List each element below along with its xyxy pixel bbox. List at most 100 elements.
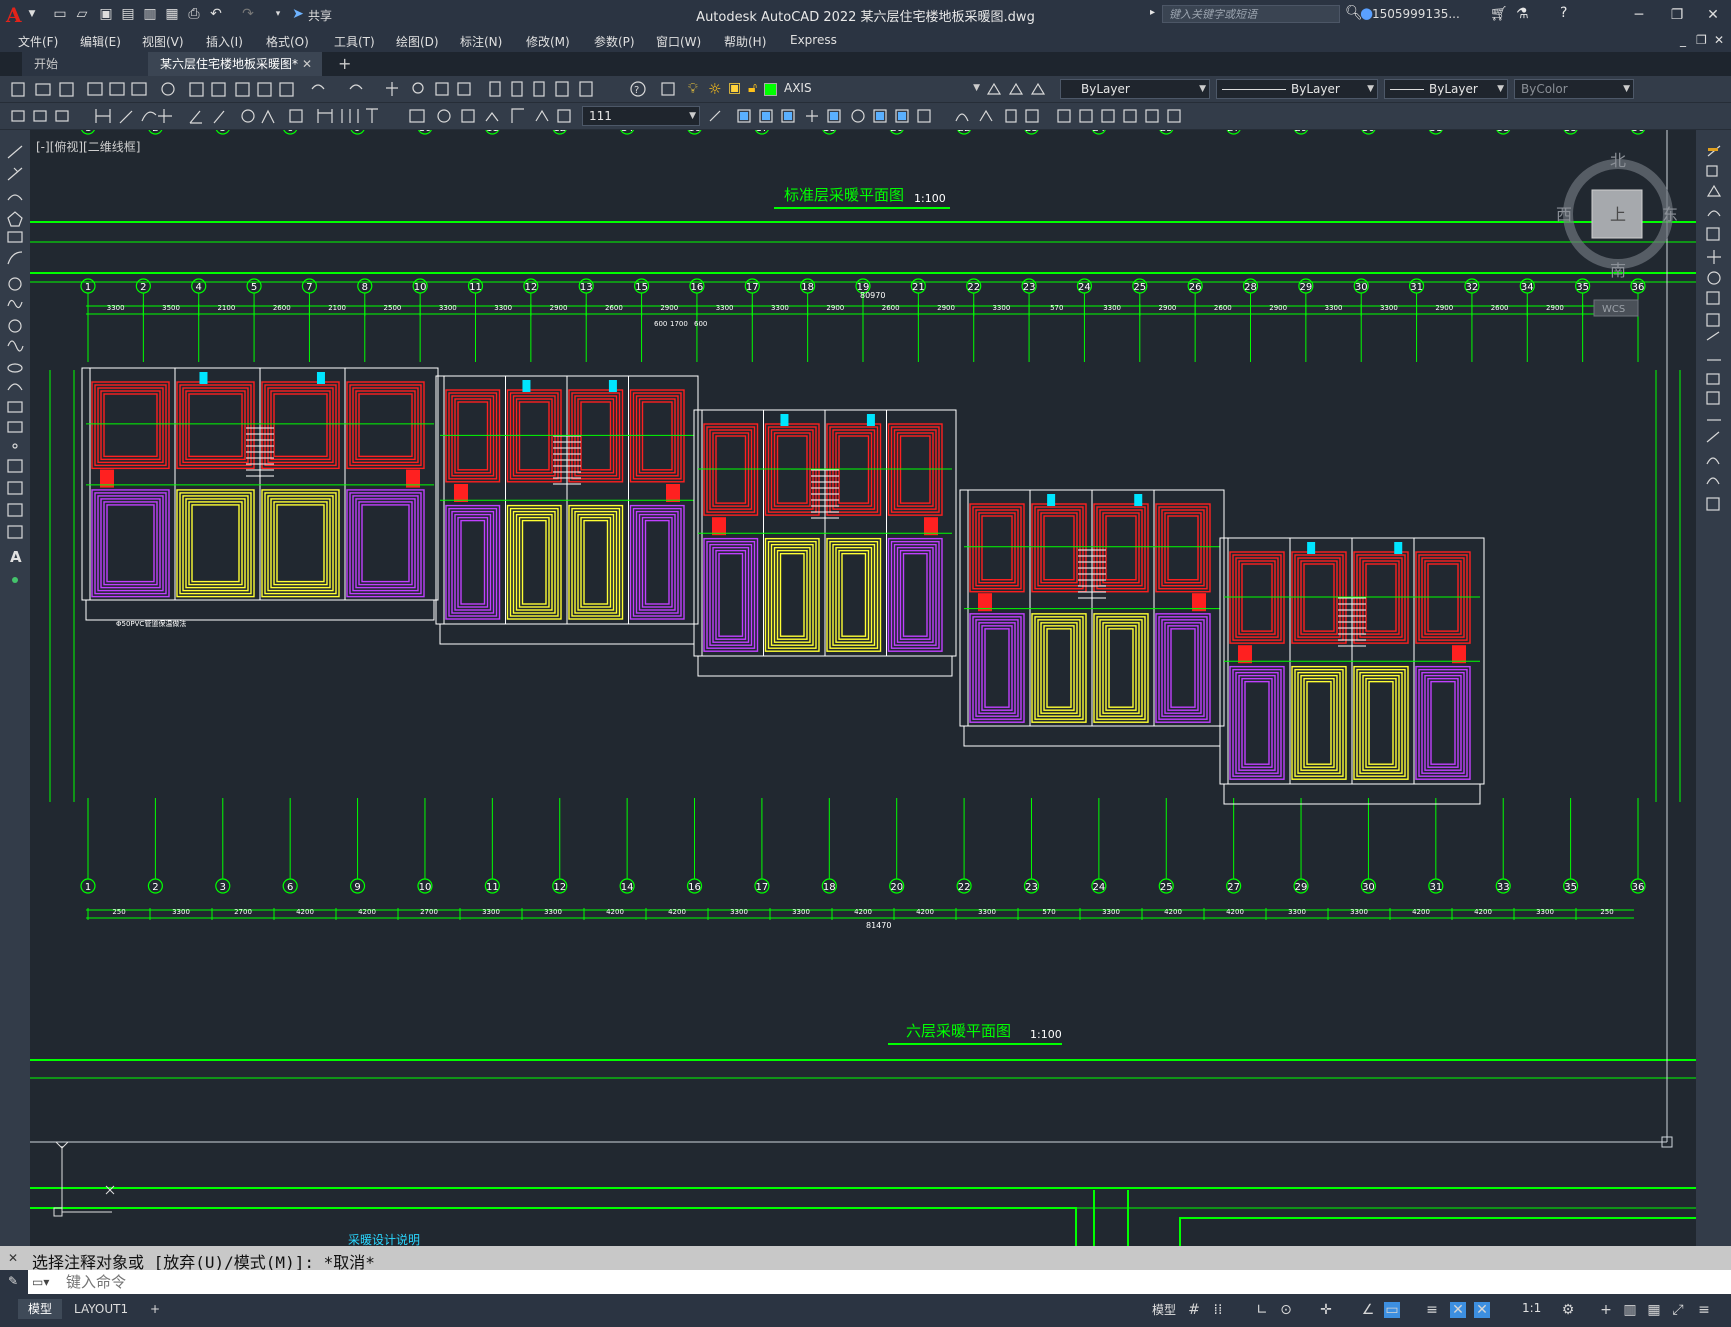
dimension-value-top: 3300 bbox=[1325, 304, 1343, 312]
menu-modify[interactable]: 修改(M) bbox=[526, 33, 570, 50]
menu-dimension[interactable]: 标注(N) bbox=[460, 33, 502, 50]
dimension-toolbar-icons[interactable] bbox=[0, 103, 580, 129]
svg-text:24: 24 bbox=[1078, 282, 1091, 293]
draw-toolbar-icons[interactable]: A bbox=[0, 130, 30, 590]
osnap-icon[interactable]: ✛ bbox=[1318, 1302, 1334, 1318]
search-input[interactable]: 键入关键字或短语 bbox=[1162, 5, 1340, 23]
compass-north[interactable]: 北 bbox=[1610, 151, 1626, 170]
menu-tools[interactable]: 工具(T) bbox=[334, 33, 375, 50]
restore-button[interactable]: ❐ bbox=[1662, 4, 1692, 26]
layer-viewport-icon[interactable]: ▣ bbox=[728, 80, 744, 96]
svg-text:6: 6 bbox=[287, 130, 293, 134]
view-cube[interactable]: 上 北 南 西 东 WCS bbox=[1556, 150, 1680, 320]
help-icon[interactable]: ? bbox=[1560, 5, 1567, 21]
compass-west[interactable]: 西 bbox=[1556, 205, 1572, 224]
menu-parametric[interactable]: 参数(P) bbox=[594, 33, 635, 50]
isolate-icon[interactable]: ▥ bbox=[1622, 1302, 1638, 1318]
menu-view[interactable]: 视图(V) bbox=[142, 33, 184, 50]
menu-window[interactable]: 窗口(W) bbox=[656, 33, 701, 50]
doc-close-icon[interactable]: ✕ bbox=[1714, 33, 1724, 47]
lineweight-icon[interactable]: ≡ bbox=[1424, 1302, 1440, 1318]
drawing-area[interactable]: 采暖设计说明 标准层采暖平面图 1:100 六层采暖平面图 1:100 1236… bbox=[30, 130, 1696, 1246]
svg-text:2: 2 bbox=[140, 282, 146, 293]
tab-model[interactable]: 模型 bbox=[18, 1299, 63, 1319]
axis-bubble-bottom: 30 bbox=[1360, 798, 1377, 894]
menu-format[interactable]: 格式(O) bbox=[266, 33, 309, 50]
angle-icon[interactable]: ∠ bbox=[1360, 1302, 1376, 1318]
axis-bubble-plan: 26 bbox=[1187, 278, 1203, 362]
layer-tools-icons[interactable] bbox=[984, 76, 1054, 102]
menu-insert[interactable]: 插入(I) bbox=[206, 33, 243, 50]
svg-text:24: 24 bbox=[1093, 882, 1106, 893]
dimstyle-dropdown[interactable]: 111 ▼ bbox=[582, 106, 700, 126]
layer-on-icon[interactable]: 💡︎ bbox=[688, 81, 704, 97]
axis-bubble-plan: 17 bbox=[744, 278, 760, 362]
plus-icon[interactable]: + bbox=[1598, 1302, 1614, 1318]
svg-text:1: 1 bbox=[85, 282, 91, 293]
compass-east[interactable]: 东 bbox=[1662, 205, 1678, 224]
autodesk-app-icon[interactable]: ⚗ bbox=[1516, 6, 1529, 22]
layer-thaw-icon[interactable]: ☼ bbox=[708, 80, 724, 98]
close-button[interactable]: ✕ bbox=[1698, 4, 1728, 26]
menu-draw[interactable]: 绘图(D) bbox=[396, 33, 439, 50]
lineweight-dropdown-value: ByLayer bbox=[1429, 82, 1478, 96]
menu-express[interactable]: Express bbox=[790, 33, 837, 47]
axis-bubble-top: 36 bbox=[1631, 130, 1645, 135]
viewport-controls-label[interactable]: [-][俯视][二维线框] bbox=[36, 138, 140, 155]
tab-document[interactable]: 某六层住宅楼地板采暖图* bbox=[148, 52, 322, 76]
chevron-right-icon[interactable]: ▸ bbox=[1150, 7, 1155, 18]
command-input[interactable] bbox=[66, 1272, 1726, 1292]
plan-title-top: 标准层采暖平面图 bbox=[784, 186, 904, 204]
color-dropdown[interactable]: ByLayer ▼ bbox=[1060, 79, 1210, 99]
gear-icon[interactable]: ⚙ bbox=[1560, 1302, 1576, 1318]
snap-icon[interactable]: ⁞⁞ bbox=[1210, 1302, 1226, 1318]
customize-icon[interactable]: ≡ bbox=[1696, 1302, 1712, 1318]
dimension-value-top: 3300 bbox=[992, 304, 1010, 312]
annotation-visibility-icon[interactable]: ✕ bbox=[1450, 1302, 1466, 1318]
menu-file[interactable]: 文件(F) bbox=[18, 33, 58, 50]
doc-minimize-icon[interactable]: _ bbox=[1680, 33, 1686, 47]
annotation-scale-auto-icon[interactable]: ✕ bbox=[1474, 1302, 1490, 1318]
hardware-acceleration-icon[interactable]: ▦ bbox=[1646, 1302, 1662, 1318]
dimension-value-top: 3300 bbox=[439, 304, 457, 312]
floor-plan-drawing[interactable]: 采暖设计说明 标准层采暖平面图 1:100 六层采暖平面图 1:100 1236… bbox=[30, 130, 1696, 1246]
minimize-button[interactable]: ─ bbox=[1624, 4, 1654, 26]
close-tab-icon[interactable]: ✕ bbox=[302, 57, 312, 71]
close-command-icon[interactable]: ✕ bbox=[8, 1251, 18, 1265]
cart-icon[interactable]: 🛒︎ bbox=[1490, 6, 1508, 22]
axis-bubble-bottom: 6 bbox=[282, 798, 298, 894]
doc-restore-icon[interactable]: ❐ bbox=[1696, 33, 1707, 47]
menu-help[interactable]: 帮助(H) bbox=[724, 33, 766, 50]
menu-edit[interactable]: 编辑(E) bbox=[80, 33, 121, 50]
axis-bubble-bottom: 31 bbox=[1428, 798, 1444, 894]
plotstyle-dropdown[interactable]: ByColor ▼ bbox=[1514, 79, 1634, 99]
new-tab-button[interactable]: + bbox=[338, 54, 351, 73]
compass-south[interactable]: 南 bbox=[1610, 261, 1626, 280]
wcs-menu[interactable]: WCS bbox=[1602, 304, 1625, 315]
view-cube-face[interactable]: 上 bbox=[1610, 205, 1626, 224]
axis-bubble-top: 27 bbox=[1226, 130, 1241, 135]
model-space-toggle[interactable]: 模型 bbox=[1152, 1301, 1176, 1318]
axis-bubble-bottom: 16 bbox=[686, 798, 703, 894]
tab-layout1[interactable]: LAYOUT1 bbox=[64, 1299, 138, 1319]
selection-cycling-icon[interactable]: ▭ bbox=[1384, 1302, 1400, 1318]
command-prompt-icon[interactable]: ▭▾ bbox=[32, 1275, 49, 1289]
polar-icon[interactable]: ⊙ bbox=[1278, 1302, 1294, 1318]
user-account[interactable]: 1505999135... bbox=[1372, 7, 1460, 21]
axis-bubble-top: 35 bbox=[1563, 130, 1578, 135]
modify-side-icons[interactable] bbox=[1696, 130, 1731, 530]
layer-unlock-icon[interactable]: 🔓︎ bbox=[748, 80, 764, 96]
command-customize-button[interactable]: ✎ bbox=[0, 1270, 28, 1294]
modify-toolbar-icons[interactable] bbox=[706, 103, 1226, 129]
annotation-scale[interactable]: 1:1 bbox=[1522, 1301, 1541, 1315]
layer-dropdown[interactable]: AXIS ▼ bbox=[778, 79, 983, 99]
dimension-value-bottom: 3300 bbox=[172, 908, 190, 916]
fullscreen-icon[interactable]: ⤢ bbox=[1670, 1302, 1686, 1318]
svg-text:15: 15 bbox=[635, 282, 648, 293]
ortho-icon[interactable]: ∟ bbox=[1254, 1302, 1270, 1318]
tab-start[interactable]: 开始 bbox=[22, 52, 148, 76]
grid-icon[interactable]: # bbox=[1186, 1302, 1202, 1318]
standard-toolbar-icons[interactable]: ? bbox=[0, 76, 680, 102]
add-layout-button[interactable]: + bbox=[140, 1299, 170, 1319]
dimension-value-top: 2900 bbox=[937, 304, 955, 312]
